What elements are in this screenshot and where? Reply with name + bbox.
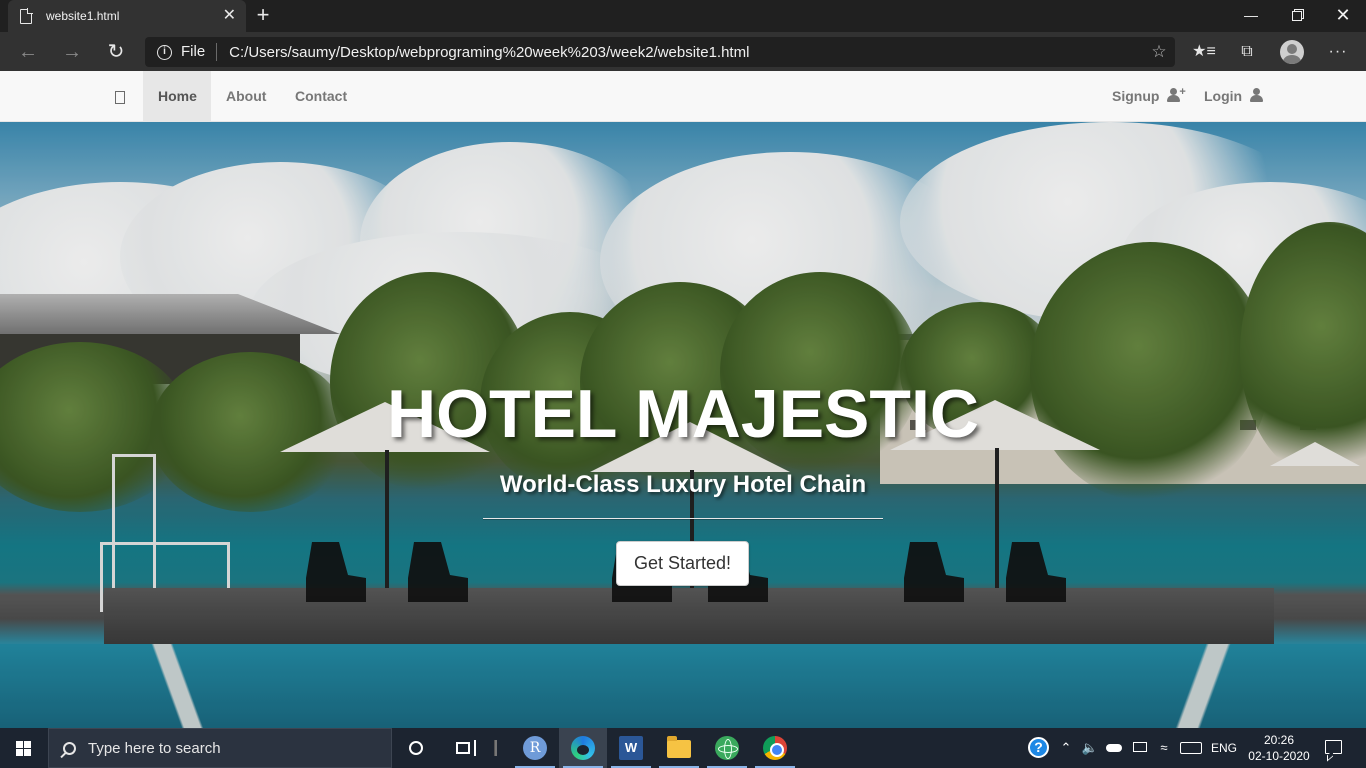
battery-icon[interactable] xyxy=(1130,728,1150,768)
edge-app-button[interactable] xyxy=(559,728,607,768)
windows-taskbar: Type here to search R W ? ⌃ 🔈 ≈ ENG 20:2… xyxy=(0,728,1366,768)
back-arrow-icon[interactable]: ← xyxy=(13,38,43,66)
touch-keyboard-icon[interactable] xyxy=(1178,728,1204,768)
chrome-app-button[interactable] xyxy=(751,728,799,768)
browser-tab[interactable]: website1.html ✕ xyxy=(8,0,246,32)
atom-app-button[interactable] xyxy=(703,728,751,768)
login-label: Login xyxy=(1204,88,1243,104)
r-app-button[interactable]: R xyxy=(511,728,559,768)
new-tab-button[interactable]: + xyxy=(252,4,274,26)
address-toolbar: ← → ↻ i File C:/Users/saumy/Desktop/webp… xyxy=(0,32,1366,71)
collections-icon[interactable]: ⧉ xyxy=(1233,39,1261,65)
file-explorer-icon xyxy=(667,736,691,758)
r-app-icon: R xyxy=(523,736,547,760)
hero-subtitle: World-Class Luxury Hotel Chain xyxy=(499,471,867,498)
site-navbar: Home About Contact Signup + Login xyxy=(0,71,1366,122)
url-text[interactable]: C:/Users/saumy/Desktop/webprograming%20w… xyxy=(229,44,1143,61)
windows-logo-icon xyxy=(16,741,32,756)
user-plus-icon: + xyxy=(1167,87,1186,102)
volume-muted-icon[interactable]: 🔈 xyxy=(1080,728,1100,768)
forward-arrow-icon[interactable]: → xyxy=(57,38,87,66)
help-tray-button[interactable]: ? xyxy=(1026,728,1050,768)
nav-signup[interactable]: Signup + xyxy=(1097,71,1200,121)
reload-icon[interactable]: ↻ xyxy=(101,38,131,66)
taskbar-separator xyxy=(494,740,497,756)
get-started-button[interactable]: Get Started! xyxy=(616,541,749,586)
word-app-button[interactable]: W xyxy=(607,728,655,768)
info-icon[interactable]: i xyxy=(157,44,172,60)
help-icon: ? xyxy=(1028,737,1049,758)
clock-time: 20:26 xyxy=(1263,733,1295,747)
wifi-icon[interactable]: ≈ xyxy=(1154,728,1174,768)
favorites-icon[interactable]: ★≡ xyxy=(1190,39,1218,65)
notification-icon xyxy=(1325,740,1342,754)
hero-title: HOTEL MAJESTIC xyxy=(387,376,979,452)
cortana-button[interactable] xyxy=(392,728,440,768)
star-icon[interactable]: ☆ xyxy=(1143,42,1175,62)
nav-contact[interactable]: Contact xyxy=(280,71,362,121)
search-placeholder: Type here to search xyxy=(88,739,221,757)
profile-avatar-icon[interactable] xyxy=(1280,40,1304,64)
show-hidden-icons-chevron-icon[interactable]: ⌃ xyxy=(1056,728,1076,768)
task-view-icon xyxy=(456,740,476,756)
edge-icon xyxy=(571,736,595,760)
file-explorer-button[interactable] xyxy=(655,728,703,768)
cortana-icon xyxy=(409,741,423,755)
tab-close-icon[interactable]: ✕ xyxy=(223,8,236,24)
restore-button[interactable] xyxy=(1274,0,1320,32)
word-icon: W xyxy=(619,736,643,760)
signup-label: Signup xyxy=(1112,88,1160,104)
tab-title: website1.html xyxy=(46,9,120,23)
nav-login[interactable]: Login xyxy=(1189,71,1283,121)
close-window-button[interactable]: ✕ xyxy=(1320,0,1366,32)
atom-icon xyxy=(715,736,739,760)
minimize-button[interactable]: — xyxy=(1228,0,1274,32)
browser-tab-strip: website1.html ✕ + — ✕ xyxy=(0,0,1366,32)
more-icon[interactable]: ··· xyxy=(1324,39,1352,65)
notification-center-button[interactable] xyxy=(1318,728,1350,768)
clock-date: 02-10-2020 xyxy=(1248,749,1310,763)
taskbar-search-box[interactable]: Type here to search xyxy=(48,728,392,768)
address-bar[interactable]: i File C:/Users/saumy/Desktop/webprogram… xyxy=(145,37,1175,67)
hero-divider xyxy=(483,518,883,520)
onedrive-cloud-icon[interactable] xyxy=(1103,728,1125,768)
user-icon xyxy=(1250,88,1268,102)
search-icon xyxy=(63,741,76,755)
clock[interactable]: 20:26 02-10-2020 xyxy=(1242,728,1316,768)
language-indicator[interactable]: ENG xyxy=(1206,728,1242,768)
document-icon xyxy=(20,7,33,24)
task-view-button[interactable] xyxy=(440,728,488,768)
web-page: Home About Contact Signup + Login HOTEL … xyxy=(0,71,1366,728)
hero-section: HOTEL MAJESTIC World-Class Luxury Hotel … xyxy=(0,122,1366,728)
brand-icon[interactable] xyxy=(115,91,125,104)
nav-home[interactable]: Home xyxy=(143,71,211,121)
nav-about[interactable]: About xyxy=(211,71,281,121)
restore-icon xyxy=(1292,11,1302,21)
url-scheme-label: File xyxy=(181,43,218,61)
start-button[interactable] xyxy=(0,728,48,768)
chrome-icon xyxy=(763,736,787,760)
